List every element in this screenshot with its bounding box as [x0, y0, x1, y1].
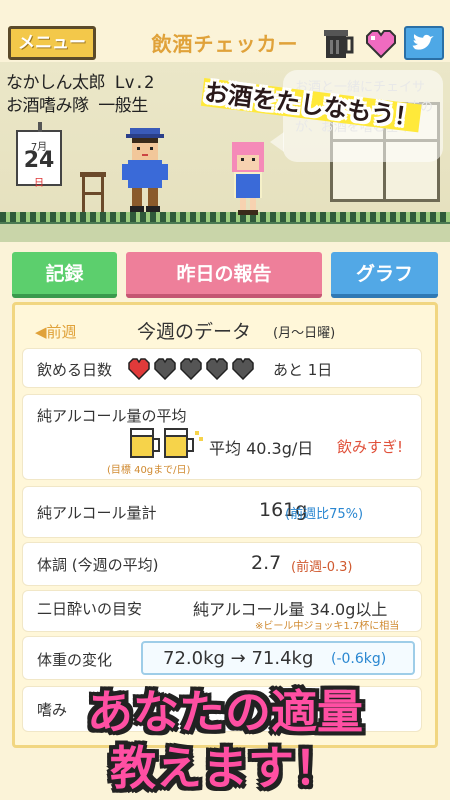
app-title: 飲酒チェッカー [151, 32, 299, 56]
app-header: メニュー 飲酒チェッカー [0, 0, 450, 62]
condition-compare: (前週-0.3) [291, 560, 353, 575]
floor [0, 222, 450, 242]
user-rank: お酒嗜み隊 一般生 [6, 96, 148, 116]
avg-alcohol-warning: 飲みすぎ! [337, 438, 404, 456]
prev-week-link[interactable]: ◀前週 [35, 321, 77, 342]
hangover-note: ※ビール中ジョッキ1.7杯に相当 [255, 621, 400, 632]
calendar-weekday: 日 [34, 178, 44, 189]
tab-yesterday-report[interactable]: 昨日の報告 [126, 252, 322, 298]
condition-label: 体調 (今週の平均) [37, 556, 159, 574]
menu-button[interactable]: メニュー [8, 26, 96, 60]
heart-empty-icon [180, 358, 202, 380]
heart-filled-icon [128, 358, 150, 380]
total-alcohol-label: 純アルコール量計 [37, 504, 157, 522]
total-alcohol-row: 純アルコール量計 161g (前週比75%) [22, 486, 422, 538]
drink-days-hearts [127, 358, 255, 380]
weight-row: 体重の変化 72.0kg → 71.4kg (-0.6kg) [22, 636, 422, 680]
condition-value: 2.7 [251, 552, 282, 574]
boy-character-icon [122, 128, 168, 212]
week-title: 今週のデータ [137, 321, 252, 343]
total-alcohol-compare: (前週比75%) [285, 507, 364, 522]
avg-alcohol-value: 平均 40.3g/日 [209, 439, 314, 458]
hangover-row: 二日酔いの目安 純アルコール量 34.0g以上 ※ビール中ジョッキ1.7杯に相当 [22, 590, 422, 632]
beer-mug-icon[interactable] [322, 28, 356, 60]
avg-alcohol-target: (目標 40gまで/日) [107, 465, 191, 476]
heart-icon[interactable] [364, 28, 398, 60]
avg-alcohol-label: 純アルコール量の平均 [37, 407, 187, 425]
condition-row: 体調 (今週の平均) 2.7 (前週-0.3) [22, 542, 422, 586]
weight-value: 72.0kg → 71.4kg [163, 648, 314, 669]
user-name-level: なかしん太郎 Lv.2 [6, 73, 154, 93]
tab-record[interactable]: 記録 [12, 252, 117, 298]
weight-label: 体重の変化 [37, 651, 113, 669]
avg-alcohol-row: 純アルコール量の平均 (目標 40gまで/日) 平均 40.3g/日 飲みすぎ! [22, 394, 422, 480]
hangover-label: 二日酔いの目安 [37, 600, 143, 618]
weight-change: (-0.6kg) [331, 651, 387, 667]
speech-tail [270, 132, 284, 152]
calendar-day: 24 [23, 148, 55, 173]
girl-character-icon [232, 142, 264, 215]
drink-days-label: 飲める日数 [37, 361, 113, 379]
beer-mugs-icon [130, 428, 203, 458]
heart-empty-icon [232, 358, 254, 380]
twitter-button[interactable] [404, 26, 444, 60]
twitter-bird-icon [412, 34, 434, 50]
drink-days-remaining: あと 1日 [273, 361, 333, 379]
stool-icon [80, 172, 106, 212]
promo-line-2: 教えます！ [110, 741, 340, 795]
calendar-widget: 7月 24 日 [16, 122, 62, 189]
drink-days-row: 飲める日数 あと 1日 [22, 348, 422, 388]
heart-empty-icon [206, 358, 228, 380]
floor-rail [0, 212, 450, 222]
weight-change-box[interactable]: 72.0kg → 71.4kg (-0.6kg) [141, 641, 415, 675]
week-subtitle: (月〜日曜) [273, 326, 336, 341]
heart-empty-icon [154, 358, 176, 380]
tab-graph[interactable]: グラフ [331, 252, 438, 298]
